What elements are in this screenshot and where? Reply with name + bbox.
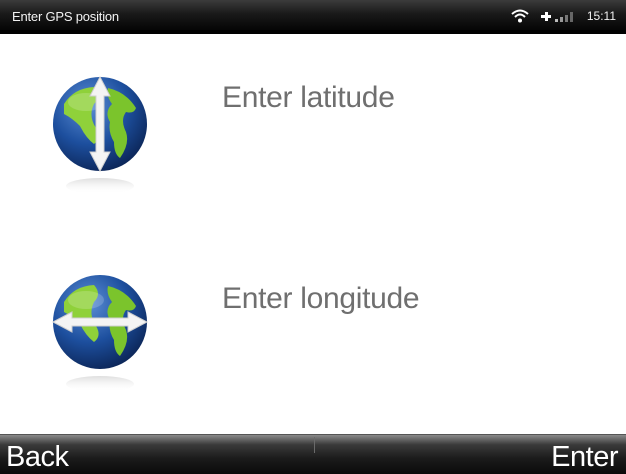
signal-icon — [540, 12, 573, 22]
wifi-icon — [511, 9, 529, 23]
clock: 15:11 — [586, 9, 616, 23]
softkey-divider — [314, 437, 315, 453]
options-list: Enter latitude Enter longitude — [0, 34, 626, 434]
gps-position-screen: Enter GPS position 15:11 Enter latitude … — [0, 0, 626, 474]
enter-latitude-option[interactable]: Enter latitude — [0, 34, 626, 224]
longitude-label: Enter longitude — [222, 282, 420, 315]
softkey-bar: Back Enter — [0, 434, 626, 474]
window-title: Enter GPS position — [12, 9, 119, 24]
enter-softkey[interactable]: Enter — [551, 441, 618, 474]
status-bar: Enter GPS position 15:11 — [0, 0, 626, 34]
enter-longitude-option[interactable]: Enter longitude — [0, 234, 626, 424]
status-icons: 15:11 — [499, 7, 616, 25]
globe-latitude-icon — [53, 75, 147, 194]
globe-longitude-icon — [51, 275, 149, 392]
back-softkey[interactable]: Back — [6, 441, 69, 474]
latitude-label: Enter latitude — [222, 81, 395, 114]
